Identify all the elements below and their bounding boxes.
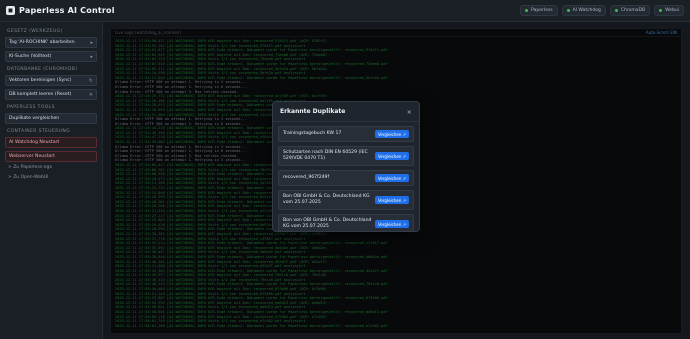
status-dot-icon bbox=[525, 9, 529, 12]
duplicate-item: recovered_967f249f Vergleichen ↗ bbox=[278, 170, 414, 186]
status-pill-chromadb[interactable]: ChromaDB bbox=[609, 5, 651, 16]
status-pill-paperless[interactable]: Paperless bbox=[520, 5, 558, 16]
status-dot-icon bbox=[566, 9, 570, 12]
duplicate-title: Schutzarten nach DIN EN 60529 (IEC 529/V… bbox=[283, 150, 368, 161]
link-open-webui[interactable]: > Zu Open-WebUI bbox=[8, 175, 97, 180]
compare-button[interactable]: Vergleichen ↗ bbox=[374, 196, 409, 204]
app-logo-icon: ◼ bbox=[6, 6, 15, 15]
top-bar: ◼ Paperless AI Control Paperless AI Watc… bbox=[0, 0, 690, 22]
service-status-group: Paperless AI Watchdog ChromaDB Webui bbox=[520, 5, 684, 16]
modal-title: Erkannte Duplikate bbox=[280, 108, 346, 115]
status-dot-icon bbox=[614, 9, 618, 12]
ai-search-button[interactable]: KI-Suche (Volltext) ▸ bbox=[5, 51, 97, 62]
sync-vectors-button[interactable]: Vektoren bereinigen (Sync) ↻ bbox=[5, 75, 97, 86]
modal-header: Erkannte Duplikate × bbox=[273, 102, 419, 122]
compare-duplicates-button[interactable]: Duplikate vergleichen bbox=[5, 113, 97, 124]
duplicate-title: Trainingstagebuch KW 17 bbox=[283, 131, 342, 136]
status-pill-ai-watchdog[interactable]: AI Watchdog bbox=[561, 5, 606, 16]
section-title-tools: Gesetz (Werkzeug) bbox=[7, 29, 63, 34]
restart-ai-watchdog-button[interactable]: AI Watchdog Neustart bbox=[5, 137, 97, 148]
chevron-right-icon: ▸ bbox=[90, 54, 93, 60]
duplicate-item: Bon von OBI GmbH & Co. Deutschland KG vo… bbox=[278, 214, 414, 231]
section-title-container-control: Container Steuerung bbox=[7, 129, 71, 134]
duplicate-title: Bon OBI GmbH & Co. Deutschland KG vom 25… bbox=[283, 194, 370, 205]
duplicate-item: Trainingstagebuch KW 17 Vergleichen ↗ bbox=[278, 126, 414, 142]
process-ai-tag-button[interactable]: Tag 'AI-ROCHINK' abarbeiten ▸ bbox=[5, 37, 97, 48]
duplicates-modal: Erkannte Duplikate × Trainingstagebuch K… bbox=[272, 101, 420, 232]
app-root: ◼ Paperless AI Control Paperless AI Watc… bbox=[0, 0, 690, 339]
compare-button[interactable]: Vergleichen ↗ bbox=[374, 220, 409, 228]
status-dot-icon bbox=[659, 9, 663, 12]
reset-db-button[interactable]: DB komplett leeren (Reset) ✕ bbox=[5, 89, 97, 100]
compare-button[interactable]: Vergleichen ↗ bbox=[374, 152, 409, 160]
refresh-icon: ↻ bbox=[88, 78, 93, 84]
close-icon[interactable]: × bbox=[407, 108, 412, 116]
section-title-database: Datenbanke (ChromaDB) bbox=[7, 67, 78, 72]
trash-icon: ✕ bbox=[88, 92, 93, 98]
duplicate-title: recovered_967f249f bbox=[283, 175, 330, 180]
sidebar: Gesetz (Werkzeug) Tag 'AI-ROCHINK' abarb… bbox=[0, 22, 103, 339]
duplicate-item: Schutzarten nach DIN EN 60529 (IEC 529/V… bbox=[278, 146, 414, 166]
status-pill-webui[interactable]: Webui bbox=[654, 5, 684, 16]
duplicate-title: Bon von OBI GmbH & Co. Deutschland KG vo… bbox=[283, 218, 372, 229]
duplicates-list: Trainingstagebuch KW 17 Vergleichen ↗ Schu… bbox=[273, 122, 419, 231]
compare-button[interactable]: Vergleichen ↗ bbox=[374, 130, 409, 138]
chevron-right-icon: ▸ bbox=[90, 40, 93, 46]
app-title: Paperless AI Control bbox=[19, 6, 115, 15]
link-paperless[interactable]: > Zu Paperless-ngx bbox=[8, 165, 97, 170]
compare-button[interactable]: Vergleichen ↗ bbox=[374, 174, 409, 182]
restart-webserver-button[interactable]: Webserver Neustart bbox=[5, 151, 97, 162]
duplicate-item: Bon OBI GmbH & Co. Deutschland KG vom 25… bbox=[278, 190, 414, 210]
section-title-paperless-tools: Paperless Tools bbox=[7, 105, 55, 110]
